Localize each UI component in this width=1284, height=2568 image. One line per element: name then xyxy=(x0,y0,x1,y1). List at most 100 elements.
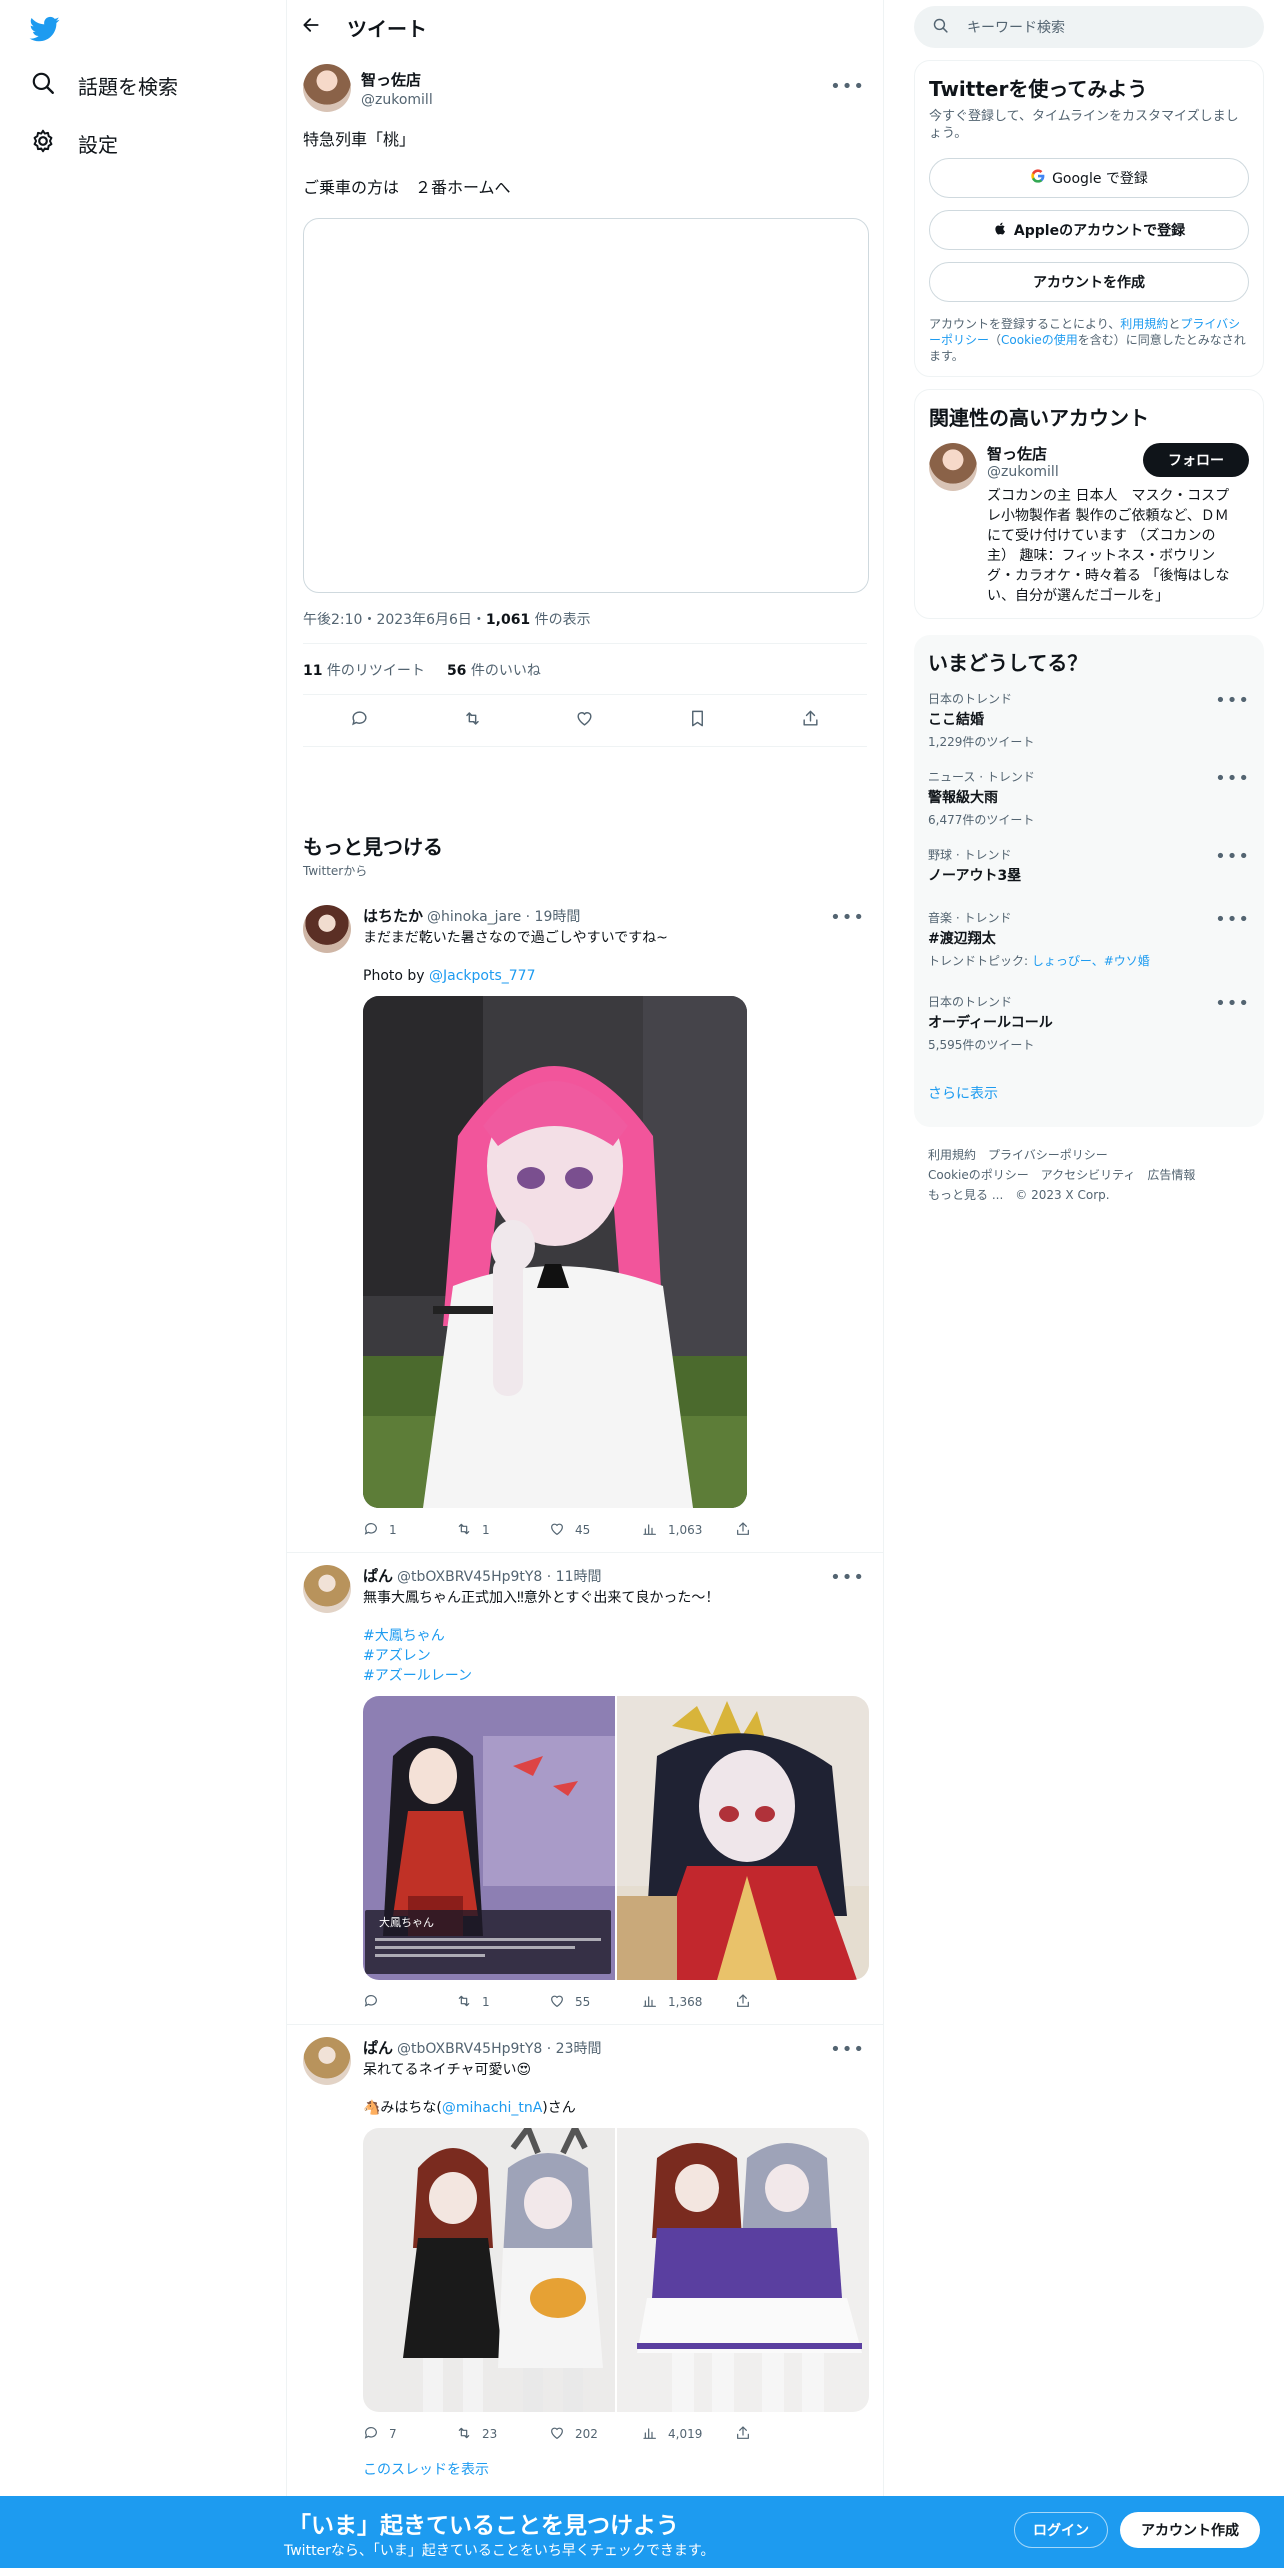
hashtag-link[interactable]: #大鳳ちゃん xyxy=(363,1626,869,1646)
back-arrow-icon[interactable] xyxy=(301,15,321,39)
share-icon[interactable] xyxy=(801,709,820,732)
footer-link[interactable]: 広告情報 xyxy=(1147,1168,1195,1182)
nav-settings[interactable]: 設定 xyxy=(30,128,118,159)
author-handle-time[interactable]: @tbOXBRV45Hp9tY8 · 23時間 xyxy=(397,2038,601,2058)
trend-item[interactable]: 日本のトレンド オーディールコール 5,595件のツイート ••• xyxy=(928,993,1250,1053)
more-options-icon[interactable]: ••• xyxy=(1215,993,1250,1014)
more-options-icon[interactable]: ••• xyxy=(830,76,865,97)
reply-button[interactable]: 7 xyxy=(363,2425,456,2444)
tweet-photo[interactable]: 大鳳ちゃん xyxy=(363,1696,615,1980)
views-button[interactable]: 4,019 xyxy=(642,2425,735,2444)
share-button[interactable] xyxy=(735,2425,828,2444)
signup-button[interactable]: アカウント作成 xyxy=(1120,2512,1260,2548)
retweet-count: 1 xyxy=(482,1995,490,2009)
login-button[interactable]: ログイン xyxy=(1014,2512,1108,2548)
author-handle-time[interactable]: @tbOXBRV45Hp9tY8 · 11時間 xyxy=(397,1566,601,1586)
tweet-photo[interactable] xyxy=(617,1696,869,1980)
likes-stat[interactable]: 56 件のいいね xyxy=(447,660,541,680)
footer-link[interactable]: プライバシーポリシー xyxy=(988,1148,1108,1162)
like-button[interactable]: 45 xyxy=(549,1521,642,1540)
twitter-logo-icon[interactable] xyxy=(28,14,62,44)
avatar[interactable] xyxy=(303,1565,351,1613)
photo-credit-link[interactable]: @Jackpots_777 xyxy=(429,968,535,984)
tweet-photo[interactable] xyxy=(363,996,747,1508)
nav-explore-label: 話題を検索 xyxy=(78,75,178,99)
cookie-link[interactable]: Cookieの使用 xyxy=(1001,333,1078,347)
share-button[interactable] xyxy=(735,1993,828,2012)
author-name[interactable]: はちたか xyxy=(363,905,423,926)
trend-item[interactable]: 野球 · トレンド ノーアウト3塁 ••• xyxy=(928,846,1250,885)
hashtag-link[interactable]: #アズレン xyxy=(363,1646,869,1666)
tweet-photo-grid: 大鳳ちゃん xyxy=(363,1696,869,1980)
reply-button[interactable]: 1 xyxy=(363,1521,456,1540)
views-button[interactable]: 1,368 xyxy=(642,1993,735,2012)
relevant-account[interactable]: 智っ佐店 @zukomill ズコカンの主 日本人 マスク・コスプレ小物製作者 … xyxy=(929,443,1249,606)
tweet-media-placeholder[interactable] xyxy=(303,218,869,593)
trend-item[interactable]: 音楽 · トレンド #渡辺翔太 トレンドトピック: しょっぴー、#ウソ婚 ••• xyxy=(928,909,1250,969)
more-options-icon[interactable]: ••• xyxy=(1215,846,1250,867)
footer-link[interactable]: Cookieのポリシー xyxy=(928,1168,1029,1182)
retweet-button[interactable]: 1 xyxy=(456,1521,549,1540)
create-account-button[interactable]: アカウントを作成 xyxy=(929,262,1249,302)
photo-credit: 🐴みはちな(@mihachi_tnA)さん xyxy=(363,2098,869,2118)
views-button[interactable]: 1,063 xyxy=(642,1521,735,1540)
hashtag-link[interactable]: #アズールレーン xyxy=(363,1666,869,1686)
legal-paren: （ xyxy=(989,333,1002,347)
views-count: 1,061 xyxy=(485,612,531,628)
author-name[interactable]: ぱん xyxy=(363,2037,393,2058)
more-options-icon[interactable]: ••• xyxy=(830,1567,865,1588)
avatar[interactable] xyxy=(303,905,351,953)
show-thread-link[interactable]: このスレッドを表示 xyxy=(363,2460,869,2480)
retweet-button[interactable]: 23 xyxy=(456,2425,549,2444)
tweet-author[interactable]: 智っ佐店 @zukomill xyxy=(303,64,867,112)
reply-icon[interactable] xyxy=(350,709,369,732)
retweets-stat[interactable]: 11 件のリツイート xyxy=(303,660,425,680)
share-button[interactable] xyxy=(735,1521,828,1540)
like-button[interactable]: 55 xyxy=(549,1993,642,2012)
reply-button[interactable] xyxy=(363,1993,456,2012)
show-more-link[interactable]: さらに表示 xyxy=(928,1083,1250,1103)
terms-link[interactable]: 利用規約 xyxy=(1120,317,1168,331)
tweet-item[interactable]: ぱん @tbOXBRV45Hp9tY8 · 11時間 無事大鳳ちゃん正式加入‼意… xyxy=(287,1553,883,2025)
footer-link[interactable]: 利用規約 xyxy=(928,1148,976,1162)
tweet-photo[interactable] xyxy=(617,2128,869,2412)
search-icon xyxy=(30,70,56,101)
tweet-stats: 11 件のリツイート 56 件のいいね xyxy=(303,644,867,695)
avatar[interactable] xyxy=(929,443,977,491)
relevant-bio: ズコカンの主 日本人 マスク・コスプレ小物製作者 製作のご依頼など、ＤＭにて受け… xyxy=(987,488,1230,604)
tweet-photo[interactable] xyxy=(363,2128,615,2412)
footer-more-link[interactable]: もっと見る ... xyxy=(928,1188,1003,1202)
like-icon[interactable] xyxy=(575,709,594,732)
credit-link[interactable]: @mihachi_tnA xyxy=(442,2100,542,2116)
reply-count: 7 xyxy=(389,2427,397,2441)
apple-signup-button[interactable]: Appleのアカウントで登録 xyxy=(929,210,1249,250)
author-handle[interactable]: @zukomill xyxy=(361,92,433,108)
more-options-icon[interactable]: ••• xyxy=(1215,909,1250,930)
tweet-item[interactable]: ぱん @tbOXBRV45Hp9tY8 · 23時間 呆れてるネイチャ可愛い😍 … xyxy=(287,2025,883,2480)
search-box[interactable]: キーワード検索 xyxy=(914,6,1264,48)
more-options-icon[interactable]: ••• xyxy=(830,907,865,928)
more-options-icon[interactable]: ••• xyxy=(1215,690,1250,711)
more-options-icon[interactable]: ••• xyxy=(1215,768,1250,789)
like-button[interactable]: 202 xyxy=(549,2425,642,2444)
retweets-count: 11 xyxy=(303,663,323,679)
author-handle-time[interactable]: @hinoka_jare · 19時間 xyxy=(427,906,580,926)
tweet-item[interactable]: はちたか @hinoka_jare · 19時間 まだまだ乾いた暑さなので過ごし… xyxy=(287,893,883,1553)
follow-button[interactable]: フォロー xyxy=(1143,443,1249,477)
footer-link[interactable]: アクセシビリティ xyxy=(1041,1168,1136,1182)
author-name[interactable]: ぱん xyxy=(363,1565,393,1586)
nav-explore[interactable]: 話題を検索 xyxy=(30,70,178,101)
trend-item[interactable]: ニュース · トレンド 警報級大雨 6,477件のツイート ••• xyxy=(928,768,1250,828)
retweet-button[interactable]: 1 xyxy=(456,1993,549,2012)
avatar[interactable] xyxy=(303,64,351,112)
retweet-icon[interactable] xyxy=(463,709,482,732)
more-options-icon[interactable]: ••• xyxy=(830,2039,865,2060)
bookmark-icon[interactable] xyxy=(688,709,707,732)
avatar[interactable] xyxy=(303,2037,351,2085)
tweet-timestamp[interactable]: 午後2:10・2023年6月6日・ xyxy=(303,612,486,628)
author-name[interactable]: 智っ佐店 xyxy=(361,69,433,90)
trend-item[interactable]: 日本のトレンド ここ結婚 1,229件のツイート ••• xyxy=(928,690,1250,750)
tweet-item-actions: 1 1 45 1,063 xyxy=(363,1508,867,1552)
google-signup-button[interactable]: Google で登録 xyxy=(929,158,1249,198)
trend-topic-links[interactable]: しょっぴー、#ウソ婚 xyxy=(1032,954,1150,968)
